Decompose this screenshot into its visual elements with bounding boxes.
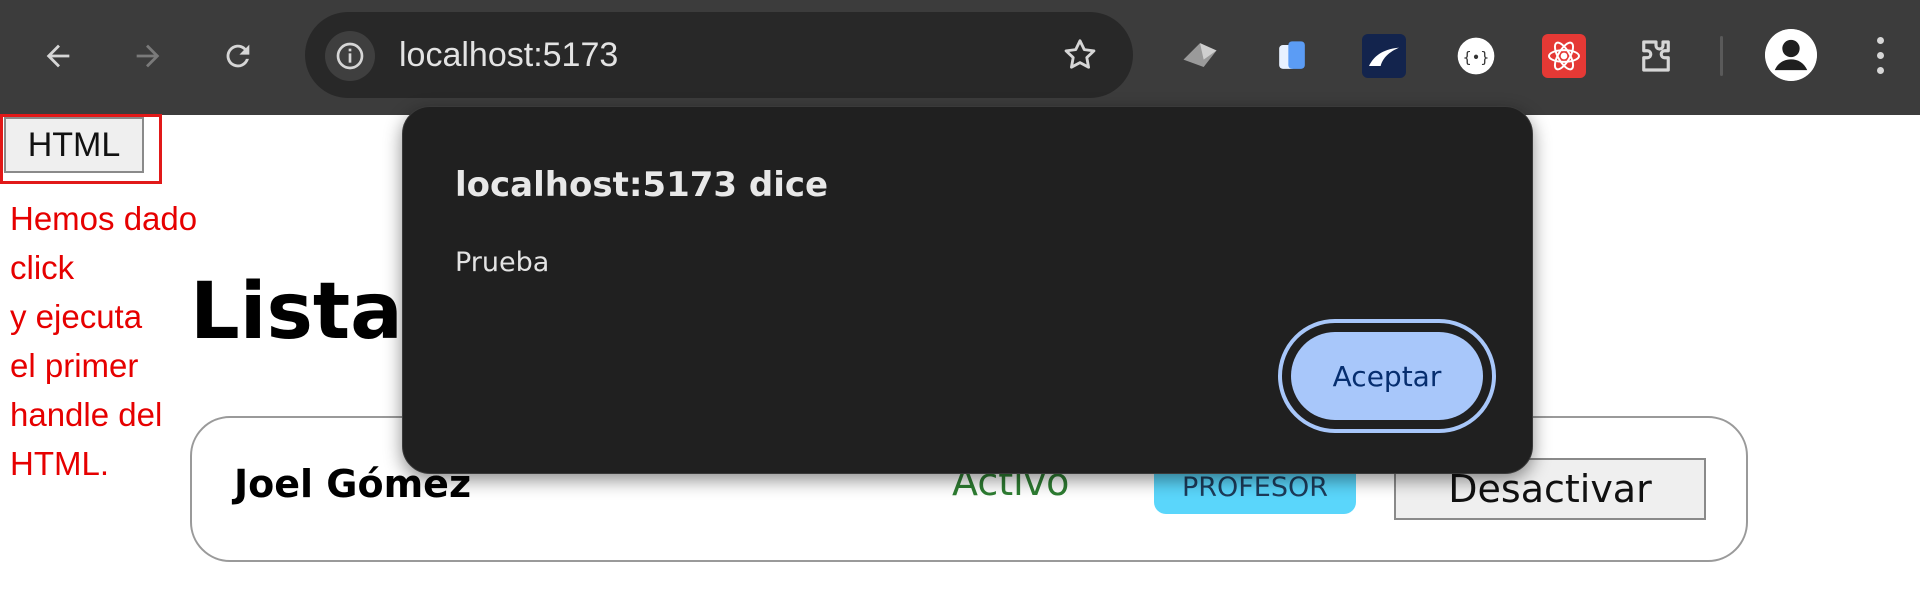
profile-avatar-button[interactable] [1765, 29, 1817, 81]
annotation-line: handle del [10, 396, 163, 433]
extension-3-icon [1369, 47, 1399, 66]
extension-5-button[interactable] [1542, 34, 1586, 78]
svg-text:{•}: {•} [1463, 49, 1489, 66]
dialog-title: localhost:5173 dice [455, 165, 829, 205]
bookmark-star-button[interactable] [1057, 32, 1103, 78]
reload-button[interactable] [208, 26, 268, 86]
html-button[interactable]: HTML [4, 117, 144, 173]
extension-4-icon: {•} [1457, 37, 1495, 75]
accept-button[interactable]: Aceptar [1291, 332, 1483, 420]
extension-1-button[interactable] [1178, 34, 1222, 78]
menu-dot-icon [1876, 36, 1884, 44]
star-icon [1064, 39, 1096, 69]
info-icon [336, 42, 364, 70]
annotation-note: Hemos dado click y ejecuta el primer han… [10, 194, 210, 488]
extension-1-icon [1183, 43, 1217, 67]
toolbar-separator [1720, 36, 1723, 76]
arrow-right-icon [136, 44, 160, 68]
annotation-line: el primer [10, 347, 139, 384]
arrow-left-icon [46, 44, 70, 68]
forward-button[interactable] [118, 26, 178, 86]
site-info-button[interactable] [325, 31, 375, 81]
address-bar[interactable]: localhost:5173 [305, 12, 1133, 98]
accept-focus-ring: Aceptar [1278, 319, 1496, 433]
alert-dialog: localhost:5173 dice Prueba Aceptar [402, 106, 1533, 474]
extensions-button[interactable] [1634, 34, 1678, 78]
menu-dot-icon [1876, 66, 1884, 74]
annotation-line: y ejecuta [10, 298, 143, 335]
browser-menu-button[interactable] [1860, 30, 1900, 80]
extension-2-button[interactable] [1270, 34, 1314, 78]
puzzle-icon [1642, 40, 1670, 72]
back-button[interactable] [28, 26, 88, 86]
extension-5-icon [1548, 41, 1580, 71]
reload-icon [226, 44, 250, 68]
annotation-line: Hemos dado click [10, 200, 198, 286]
extension-3-button[interactable] [1362, 34, 1406, 78]
extension-4-button[interactable]: {•} [1454, 34, 1498, 78]
extension-2-icon [1279, 41, 1305, 69]
url-text[interactable]: localhost:5173 [399, 33, 618, 77]
dialog-message: Prueba [455, 247, 550, 278]
menu-dot-icon [1876, 51, 1884, 59]
person-icon [1765, 29, 1817, 81]
annotation-line: HTML. [10, 445, 109, 482]
browser-toolbar: localhost:5173 {•} [0, 0, 1920, 115]
